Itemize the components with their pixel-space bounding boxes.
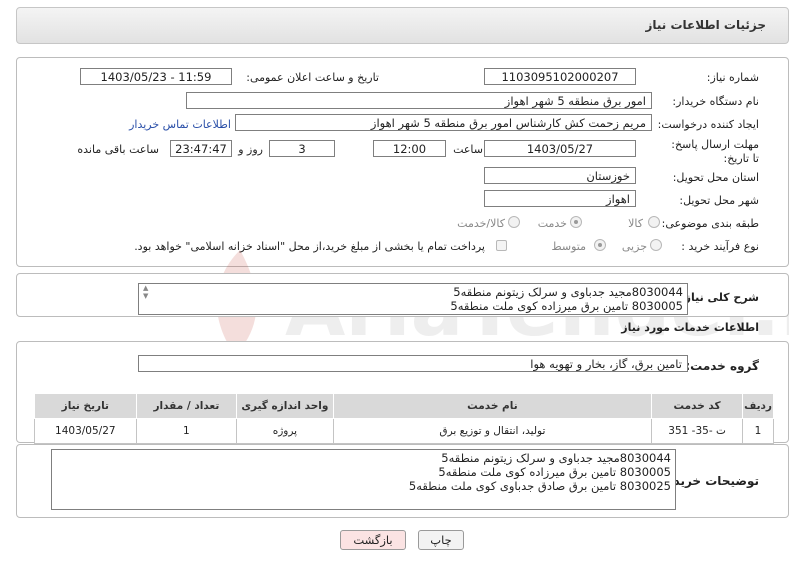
category-goods-service-radio[interactable]	[508, 216, 520, 228]
requester-field: مریم زحمت کش کارشناس امور برق منطقه 5 شه…	[235, 114, 652, 131]
col-service-name: نام خدمت	[332, 393, 653, 419]
deadline-date-field: 1403/05/27	[484, 140, 636, 157]
day-and-label: روز و	[238, 143, 263, 156]
unit-cell: پروژه	[236, 418, 334, 444]
city-field: اهواز	[484, 190, 636, 207]
table-row: 1 ت -35- 351 تولید، انتقال و توزیع برق پ…	[34, 418, 774, 444]
scroll-down-icon[interactable]: ▼	[143, 292, 148, 300]
services-section-title: اطلاعات خدمات مورد نیاز	[621, 321, 759, 334]
process-option-medium: متوسط	[551, 240, 586, 253]
category-label: طبقه بندی موضوعی:	[661, 217, 759, 230]
need-number-field: 1103095102000207	[484, 68, 636, 85]
quantity-cell: 1	[135, 418, 238, 444]
category-option-goods-service: کالا/خدمت	[457, 217, 505, 230]
need-date-cell: 1403/05/27	[34, 418, 137, 444]
services-table: ردیف کد خدمت نام خدمت واحد اندازه گیری ت…	[34, 393, 774, 444]
payment-checkbox[interactable]	[496, 240, 507, 251]
category-option-service: خدمت	[537, 217, 567, 230]
buyer-contact-link[interactable]: اطلاعات تماس خریدار	[129, 118, 231, 131]
announce-date-label: تاریخ و ساعت اعلان عمومی:	[246, 71, 379, 84]
category-service-radio[interactable]	[570, 216, 582, 228]
service-group-label: گروه خدمت:	[685, 359, 759, 373]
page-header: جزئیات اطلاعات نیاز	[16, 7, 789, 44]
page-title: جزئیات اطلاعات نیاز	[645, 18, 766, 32]
category-goods-radio[interactable]	[648, 216, 660, 228]
deadline-label: مهلت ارسال پاسخ: تا تاریخ:	[671, 138, 759, 165]
process-type-label: نوع فرآیند خرید :	[681, 240, 759, 253]
buyer-org-field: امور برق منطقه 5 شهر اهواز	[186, 92, 652, 109]
buyer-org-label: نام دستگاه خریدار:	[672, 95, 759, 108]
col-service-code: کد خدمت	[651, 393, 744, 419]
process-minor-radio[interactable]	[650, 239, 662, 251]
province-label: استان محل تحویل:	[672, 171, 759, 184]
process-option-minor: جزیی	[621, 240, 647, 253]
buyer-notes-textarea[interactable]: 8030044مجید جدباوی و سرلک زیتونم منطقه5 …	[51, 449, 676, 510]
row-number-cell: 1	[742, 418, 774, 444]
summary-textarea[interactable]: 8030044مجید جدباوی و سرلک زیتونم منطقه5 …	[138, 283, 688, 315]
col-quantity: تعداد / مقدار	[135, 393, 238, 419]
service-code-cell: ت -35- 351	[651, 418, 744, 444]
summary-label: شرح کلی نیاز:	[680, 291, 759, 304]
announce-date-field: 1403/05/23 - 11:59	[80, 68, 232, 85]
remaining-time-label: ساعت باقی مانده	[77, 143, 159, 156]
print-button[interactable]: چاپ	[418, 530, 464, 550]
service-name-cell: تولید، انتقال و توزیع برق	[332, 418, 653, 444]
city-label: شهر محل تحویل:	[679, 194, 759, 207]
scroll-up-icon[interactable]: ▲	[143, 284, 148, 292]
remaining-time-field: 23:47:47	[170, 140, 232, 157]
services-table-header: ردیف کد خدمت نام خدمت واحد اندازه گیری ت…	[34, 393, 774, 419]
col-need-date: تاریخ نیاز	[34, 393, 137, 419]
deadline-hour-label: ساعت	[453, 143, 483, 156]
deadline-time-field: 12:00	[373, 140, 446, 157]
need-number-label: شماره نیاز:	[706, 71, 759, 84]
province-field: خوزستان	[484, 167, 636, 184]
remaining-days-field: 3	[269, 140, 335, 157]
category-option-goods: کالا	[628, 217, 643, 230]
payment-note: پرداخت تمام یا بخشی از مبلغ خرید،از محل …	[134, 240, 485, 253]
col-row-number: ردیف	[742, 393, 774, 419]
col-unit: واحد اندازه گیری	[236, 393, 334, 419]
requester-label: ایجاد کننده درخواست:	[657, 118, 759, 131]
service-group-field: تامین برق، گاز، بخار و تهویه هوا	[138, 355, 688, 372]
process-medium-radio[interactable]	[594, 239, 606, 251]
back-button[interactable]: بازگشت	[340, 530, 406, 550]
